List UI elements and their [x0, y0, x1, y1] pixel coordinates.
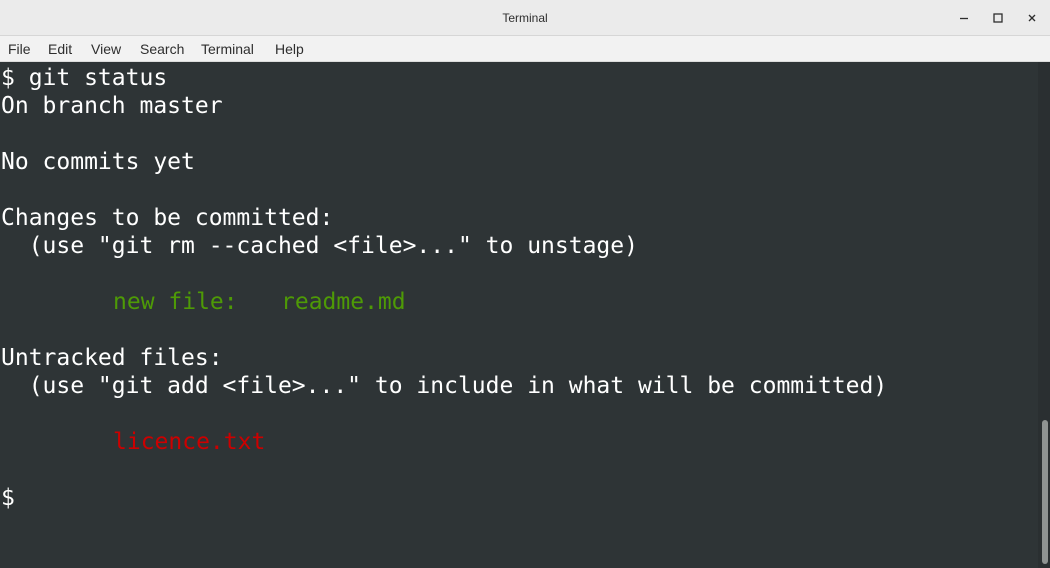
close-button[interactable]: [1020, 6, 1044, 30]
menu-view[interactable]: View: [91, 36, 121, 62]
menu-help[interactable]: Help: [275, 36, 304, 62]
maximize-button[interactable]: [986, 6, 1010, 30]
vertical-scrollbar[interactable]: [1038, 62, 1050, 568]
menu-bar: File Edit View Search Terminal Help: [0, 36, 1050, 62]
title-bar[interactable]: Terminal: [0, 0, 1050, 36]
changes-header: Changes to be committed:: [1, 205, 334, 231]
menu-file[interactable]: File: [8, 36, 31, 62]
minimize-button[interactable]: [952, 6, 976, 30]
changes-hint: (use "git rm --cached <file>..." to unst…: [1, 233, 638, 259]
minimize-icon: [960, 17, 968, 20]
new-file-label: new file:: [113, 289, 238, 315]
maximize-icon: [993, 13, 1003, 23]
staged-file-name: readme.md: [281, 289, 406, 315]
menu-edit[interactable]: Edit: [48, 36, 72, 62]
menu-search[interactable]: Search: [140, 36, 184, 62]
untracked-header: Untracked files:: [1, 345, 223, 371]
shell-prompt: $: [1, 485, 15, 511]
untracked-hint: (use "git add <file>..." to include in w…: [1, 373, 888, 399]
terminal-output[interactable]: $ git status On branch master No commits…: [0, 62, 1038, 568]
scrollbar-thumb[interactable]: [1042, 420, 1048, 564]
menu-terminal[interactable]: Terminal: [201, 36, 254, 62]
untracked-file-name: licence.txt: [113, 429, 266, 455]
close-icon: [1028, 14, 1036, 22]
window-title: Terminal: [502, 11, 548, 25]
terminal-window: Terminal File Edit View Search Terminal …: [0, 0, 1050, 568]
command-line: $ git status: [1, 65, 168, 91]
no-commits-line: No commits yet: [1, 149, 195, 175]
branch-line: On branch master: [1, 93, 223, 119]
